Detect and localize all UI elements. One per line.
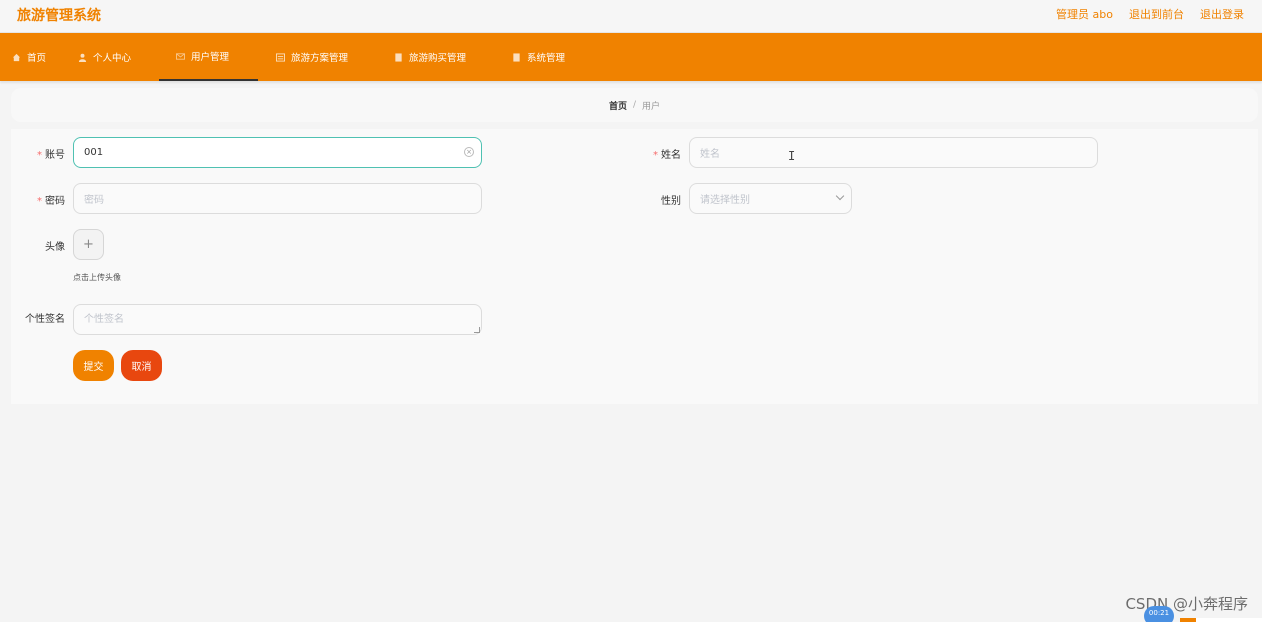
resize-handle-icon[interactable] (474, 327, 480, 333)
nav-item-home[interactable]: 首页 (12, 33, 46, 81)
logout-link[interactable]: 退出登录 (1200, 6, 1244, 22)
plus-icon: + (83, 237, 94, 252)
doc-icon (395, 52, 402, 62)
account-label: * 账号 (37, 150, 65, 161)
breadcrumb-separator: / (632, 100, 637, 110)
user-form: * 账号 001 × * 姓名 姓名 * 密码 密码 性别 请选择性别 头像 + 点击… (11, 129, 1258, 404)
list-icon (276, 52, 285, 62)
app-title: 旅游管理系统 (17, 8, 101, 24)
doc-icon (513, 52, 520, 62)
user-icon (78, 53, 87, 62)
main-nav: 首页 个人中心 用户管理 旅游方案管理 旅游购买管理 系统管理 (0, 33, 1262, 81)
password-placeholder: 密码 (84, 195, 104, 206)
admin-user-link[interactable]: 管理员 abo (1056, 6, 1113, 22)
name-label: * 姓名 (653, 150, 681, 161)
nav-item-user-management[interactable]: 用户管理 (159, 33, 258, 81)
required-mark: * (37, 150, 42, 161)
nav-item-personal-center[interactable]: 个人中心 (78, 33, 131, 81)
watermark: CSDN @小奔程序 (1125, 595, 1248, 613)
mail-icon (176, 52, 185, 60)
account-value: 001 (84, 147, 104, 158)
text-cursor-icon: I (788, 149, 796, 163)
top-header: 旅游管理系统 管理员 abo 退出到前台 退出登录 (0, 0, 1262, 33)
required-mark: * (37, 196, 42, 207)
breadcrumb-current: 用户 (642, 101, 661, 112)
nav-label-home: 首页 (27, 53, 47, 64)
signature-textarea[interactable]: 个性签名 (73, 304, 482, 335)
name-input[interactable]: 姓名 (689, 137, 1098, 168)
nav-label-travel-plan-management: 旅游方案管理 (291, 53, 349, 64)
name-placeholder: 姓名 (700, 149, 720, 160)
breadcrumb: 首页 / 用户 (11, 88, 1258, 122)
avatar-hint: 点击上传头像 (73, 273, 121, 282)
nav-label-travel-purchase-management: 旅游购买管理 (409, 53, 467, 64)
submit-button[interactable]: 提交 (73, 350, 114, 381)
gender-label: 性别 (661, 196, 681, 207)
password-input[interactable]: 密码 (73, 183, 482, 214)
nav-label-system-management: 系统管理 (527, 53, 566, 64)
signature-placeholder: 个性签名 (84, 314, 124, 325)
avatar-label: 头像 (45, 242, 65, 253)
nav-label-personal-center: 个人中心 (93, 53, 132, 64)
recording-timer: 00:21 (1144, 606, 1174, 622)
top-links: 管理员 abo 退出到前台 退出登录 (1056, 6, 1244, 22)
nav-item-system-management[interactable]: 系统管理 (512, 33, 565, 81)
recording-progress-bar (1180, 618, 1262, 622)
avatar-upload-button[interactable]: + (73, 229, 104, 260)
exit-to-frontend-link[interactable]: 退出到前台 (1129, 6, 1184, 22)
chevron-down-icon (835, 191, 845, 201)
breadcrumb-home[interactable]: 首页 (609, 99, 627, 112)
signature-label: 个性签名 (25, 314, 65, 325)
clear-icon[interactable]: × (464, 147, 474, 157)
account-input[interactable]: 001 × (73, 137, 482, 168)
nav-label-user-management: 用户管理 (191, 52, 230, 63)
password-label: * 密码 (37, 196, 65, 207)
required-mark: * (653, 150, 658, 161)
gender-select[interactable]: 请选择性别 (689, 183, 852, 214)
nav-item-travel-plan-management[interactable]: 旅游方案管理 (276, 33, 348, 81)
home-icon (12, 53, 21, 61)
cancel-button[interactable]: 取消 (121, 350, 162, 381)
gender-placeholder: 请选择性别 (700, 195, 750, 206)
nav-item-travel-purchase-management[interactable]: 旅游购买管理 (394, 33, 466, 81)
